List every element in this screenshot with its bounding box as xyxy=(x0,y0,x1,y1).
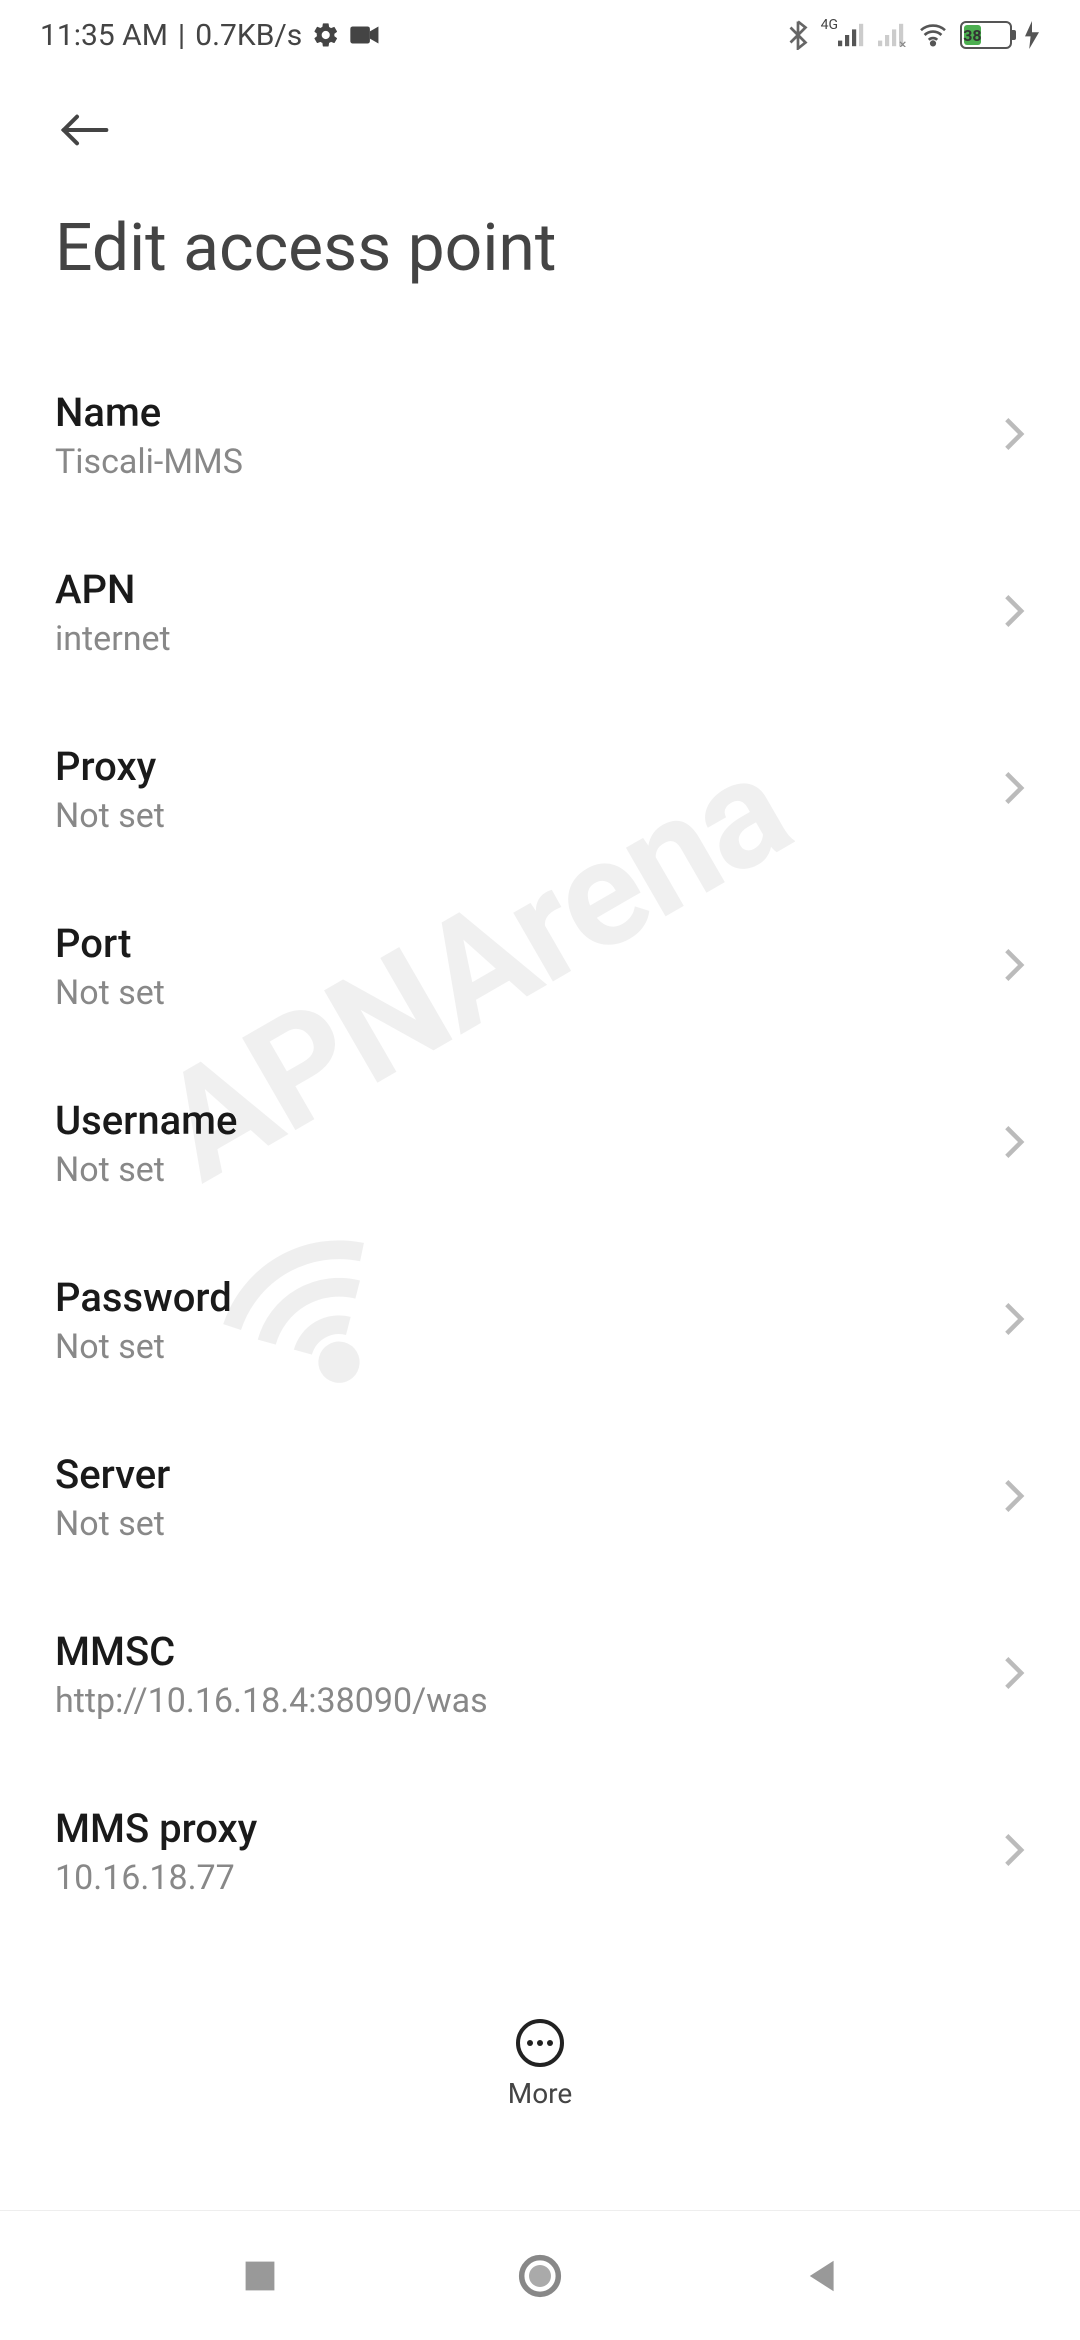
setting-value: Tiscali-MMS xyxy=(55,442,1003,482)
settings-list: Name Tiscali-MMS APN internet Proxy Not … xyxy=(0,347,1080,1940)
setting-label: Proxy xyxy=(55,743,1003,790)
nav-bar xyxy=(0,2210,1080,2340)
setting-value: Not set xyxy=(55,1327,1003,1367)
setting-row-proxy[interactable]: Proxy Not set xyxy=(55,701,1025,878)
chevron-right-icon xyxy=(1003,1478,1025,1518)
more-label: More xyxy=(508,2077,573,2110)
setting-row-port[interactable]: Port Not set xyxy=(55,878,1025,1055)
status-right: 4G × 38 xyxy=(787,20,1040,50)
triangle-left-icon xyxy=(803,2257,837,2295)
setting-value: Not set xyxy=(55,1504,1003,1544)
setting-value: Not set xyxy=(55,796,1003,836)
status-bar: 11:35 AM | 0.7KB/s 4G × 38 xyxy=(0,0,1080,70)
chevron-right-icon xyxy=(1003,770,1025,810)
chevron-right-icon xyxy=(1003,1655,1025,1695)
camera-icon xyxy=(350,24,380,46)
more-icon xyxy=(516,2019,564,2067)
setting-label: MMS proxy xyxy=(55,1805,1003,1852)
status-time: 11:35 AM xyxy=(40,18,168,53)
arrow-left-icon xyxy=(58,110,112,150)
chevron-right-icon xyxy=(1003,416,1025,456)
wifi-icon xyxy=(918,23,948,47)
setting-row-apn[interactable]: APN internet xyxy=(55,524,1025,701)
setting-label: Server xyxy=(55,1451,1003,1498)
setting-value: http://10.16.18.4:38090/was xyxy=(55,1681,1003,1721)
bluetooth-icon xyxy=(787,20,809,50)
setting-row-password[interactable]: Password Not set xyxy=(55,1232,1025,1409)
battery-level: 38 xyxy=(964,25,981,45)
square-icon xyxy=(242,2258,278,2294)
svg-text:×: × xyxy=(899,37,906,47)
setting-label: Password xyxy=(55,1274,1003,1321)
header-area xyxy=(0,70,1080,180)
setting-value: Not set xyxy=(55,1150,1003,1190)
setting-row-username[interactable]: Username Not set xyxy=(55,1055,1025,1232)
signal-1-icon: 4G xyxy=(821,23,866,47)
more-button[interactable]: More xyxy=(0,2019,1080,2110)
signal-2-icon: × xyxy=(878,23,906,47)
back-button[interactable] xyxy=(55,100,115,160)
setting-row-server[interactable]: Server Not set xyxy=(55,1409,1025,1586)
battery-icon: 38 xyxy=(960,21,1012,49)
status-data-rate: 0.7KB/s xyxy=(195,18,302,53)
setting-label: Port xyxy=(55,920,1003,967)
nav-recent-button[interactable] xyxy=(220,2236,300,2316)
charging-icon xyxy=(1024,21,1040,49)
setting-label: Username xyxy=(55,1097,1003,1144)
status-separator: | xyxy=(178,18,185,53)
setting-label: APN xyxy=(55,566,1003,613)
setting-row-mms-proxy[interactable]: MMS proxy 10.16.18.77 xyxy=(55,1763,1025,1940)
chevron-right-icon xyxy=(1003,1301,1025,1341)
status-left: 11:35 AM | 0.7KB/s xyxy=(40,18,380,53)
chevron-right-icon xyxy=(1003,1124,1025,1164)
gear-icon xyxy=(312,21,340,49)
nav-home-button[interactable] xyxy=(500,2236,580,2316)
page-title: Edit access point xyxy=(0,180,1080,347)
chevron-right-icon xyxy=(1003,947,1025,987)
setting-row-name[interactable]: Name Tiscali-MMS xyxy=(55,347,1025,524)
chevron-right-icon xyxy=(1003,593,1025,633)
setting-value: Not set xyxy=(55,973,1003,1013)
setting-label: MMSC xyxy=(55,1628,1003,1675)
setting-label: Name xyxy=(55,389,1003,436)
chevron-right-icon xyxy=(1003,1832,1025,1872)
setting-value: 10.16.18.77 xyxy=(55,1858,1003,1898)
setting-row-mmsc[interactable]: MMSC http://10.16.18.4:38090/was xyxy=(55,1586,1025,1763)
setting-value: internet xyxy=(55,619,1003,659)
circle-icon xyxy=(518,2254,562,2298)
nav-back-button[interactable] xyxy=(780,2236,860,2316)
